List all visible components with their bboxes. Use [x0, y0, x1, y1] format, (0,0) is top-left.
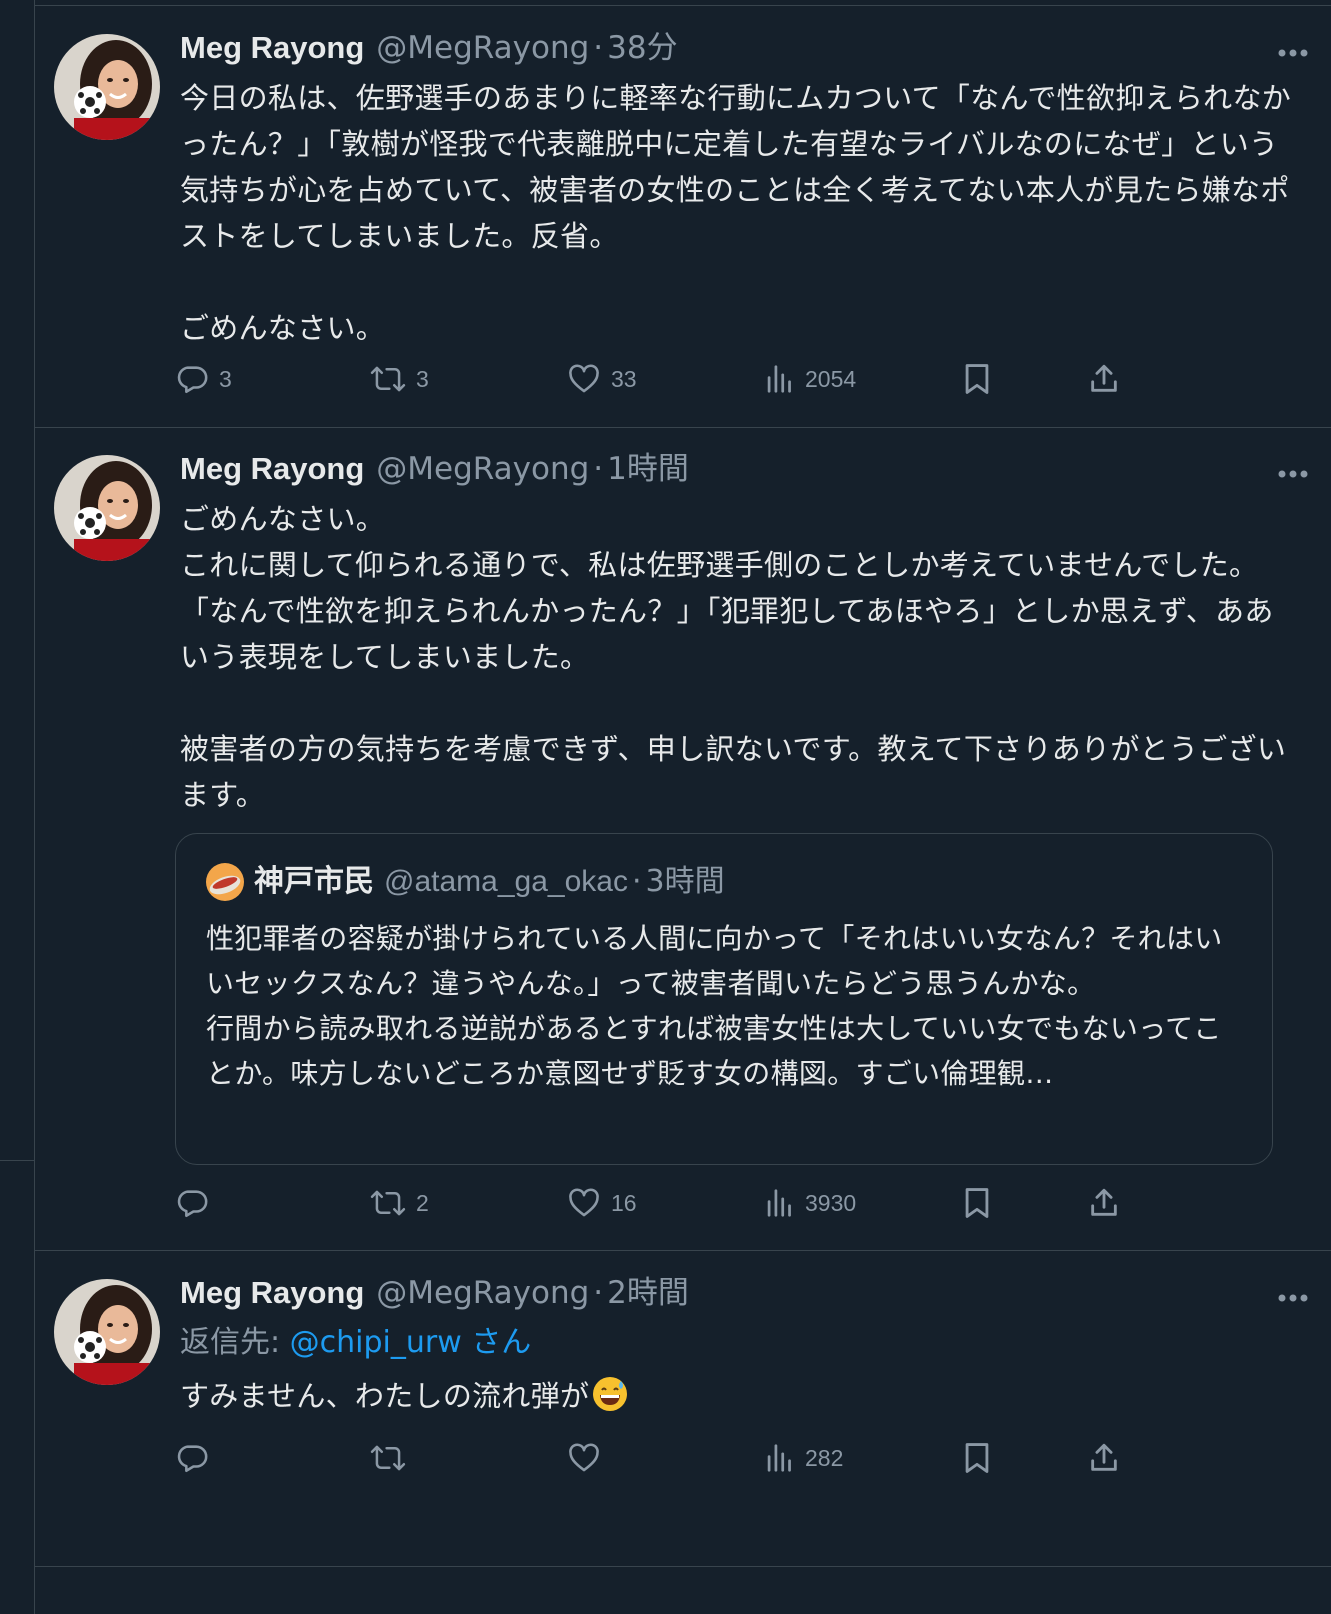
action-bar: 3 3 33 2054 — [175, 357, 1175, 401]
retweet-icon — [370, 1186, 406, 1220]
share-button[interactable] — [1087, 1436, 1121, 1480]
view-count: 282 — [805, 1444, 844, 1471]
more-icon[interactable] — [1277, 465, 1309, 478]
like-button[interactable]: 16 — [567, 1181, 637, 1225]
timestamp[interactable]: 38分 — [607, 28, 677, 68]
like-count: 33 — [611, 365, 637, 392]
display-name[interactable]: Meg Rayong — [180, 449, 364, 489]
separator: · — [631, 864, 642, 899]
tweet[interactable]: Meg Rayong @MegRayong · 2時間 返信先: @chipi_… — [35, 1251, 1331, 1567]
bar-chart-icon — [765, 1441, 795, 1475]
avatar[interactable] — [54, 1279, 160, 1385]
retweet-button[interactable]: 2 — [370, 1181, 429, 1225]
bookmark-button[interactable] — [962, 1181, 992, 1225]
username[interactable]: @MegRayong — [376, 28, 589, 68]
retweet-button[interactable] — [370, 1436, 416, 1480]
username[interactable]: @MegRayong — [376, 1273, 589, 1313]
quote-header: 神戸市民 @atama_ga_okac · 3時間 — [206, 862, 725, 902]
tweet-text: すみません、わたしの流れ弾が — [180, 1379, 590, 1413]
quote-display-name: 神戸市民 — [254, 864, 374, 899]
tweet-text-container: すみません、わたしの流れ弾が — [180, 1373, 1301, 1419]
bookmark-icon — [962, 1186, 992, 1220]
tweet-text: 今日の私は、佐野選手のあまりに軽率な行動にムカついて「なんで性欲抑えられなかった… — [180, 81, 1292, 345]
bar-chart-icon — [765, 1186, 795, 1220]
quote-timestamp: 3時間 — [645, 864, 725, 899]
tweet[interactable]: Meg Rayong @MegRayong · 1時間 ごめんなさい。 これに関… — [35, 428, 1331, 1251]
views-button[interactable]: 2054 — [765, 357, 856, 401]
bookmark-icon — [962, 362, 992, 396]
quote-username: @atama_ga_okac — [384, 865, 628, 898]
share-button[interactable] — [1087, 357, 1121, 401]
reply-icon — [175, 1186, 209, 1220]
tweet-text: ごめんなさい。 これに関して仰られる通りで、私は佐野選手側のことしか考えていませ… — [180, 502, 1287, 812]
reply-to-label: 返信先: — [180, 1325, 290, 1360]
username[interactable]: @MegRayong — [376, 449, 589, 489]
reply-button[interactable]: 3 — [175, 357, 232, 401]
views-button[interactable]: 282 — [765, 1436, 843, 1480]
quoted-tweet[interactable]: 神戸市民 @atama_ga_okac · 3時間 性犯罪者の容疑が掛けられてい… — [175, 833, 1273, 1165]
avatar[interactable] — [54, 455, 160, 561]
quote-text: 性犯罪者の容疑が掛けられている人間に向かって「それはいい女なん？それはいいセック… — [206, 922, 1223, 1090]
reply-count: 3 — [219, 365, 232, 392]
more-icon[interactable] — [1277, 44, 1309, 57]
reply-context: 返信先: @chipi_urw さん — [180, 1323, 531, 1363]
sidebar-divider — [0, 1160, 34, 1161]
grinning-sweat-emoji-icon — [591, 1375, 629, 1413]
share-icon — [1087, 1186, 1121, 1220]
bookmark-button[interactable] — [962, 1436, 992, 1480]
tweet-header: Meg Rayong @MegRayong · 38分 — [180, 28, 1271, 68]
retweet-icon — [370, 1441, 406, 1475]
bar-chart-icon — [765, 362, 795, 396]
heart-icon — [567, 1441, 601, 1475]
like-button[interactable]: 33 — [567, 357, 637, 401]
display-name[interactable]: Meg Rayong — [180, 28, 364, 68]
view-count: 3930 — [805, 1189, 857, 1216]
like-count: 16 — [611, 1189, 637, 1216]
reply-suffix: さん — [461, 1325, 532, 1360]
avatar[interactable] — [54, 34, 160, 140]
share-button[interactable] — [1087, 1181, 1121, 1225]
like-button[interactable] — [567, 1436, 611, 1480]
timestamp[interactable]: 2時間 — [607, 1273, 689, 1313]
heart-icon — [567, 362, 601, 396]
view-count: 2054 — [805, 365, 857, 392]
display-name[interactable]: Meg Rayong — [180, 1273, 364, 1313]
bookmark-button[interactable] — [962, 357, 992, 401]
retweet-button[interactable]: 3 — [370, 357, 429, 401]
separator: · — [593, 30, 604, 66]
action-bar: 2 16 3930 — [175, 1181, 1175, 1225]
tweet-header: Meg Rayong @MegRayong · 1時間 — [180, 449, 1271, 489]
tweet[interactable]: Meg Rayong @MegRayong · 38分 今日の私は、佐野選手のあ… — [35, 6, 1331, 428]
separator: · — [593, 451, 604, 487]
more-icon[interactable] — [1277, 1289, 1309, 1302]
share-icon — [1087, 1441, 1121, 1475]
quote-avatar — [206, 863, 244, 901]
bookmark-icon — [962, 1441, 992, 1475]
retweet-count: 3 — [416, 365, 429, 392]
reply-icon — [175, 362, 209, 396]
reply-mention-link[interactable]: @chipi_urw — [290, 1325, 462, 1360]
tweet-header: Meg Rayong @MegRayong · 2時間 — [180, 1273, 1271, 1313]
reply-button[interactable] — [175, 1436, 219, 1480]
timestamp[interactable]: 1時間 — [607, 449, 689, 489]
heart-icon — [567, 1186, 601, 1220]
retweet-count: 2 — [416, 1189, 429, 1216]
retweet-icon — [370, 362, 406, 396]
reply-button[interactable] — [175, 1181, 219, 1225]
views-button[interactable]: 3930 — [765, 1181, 856, 1225]
reply-icon — [175, 1441, 209, 1475]
separator: · — [593, 1275, 604, 1311]
share-icon — [1087, 362, 1121, 396]
action-bar: 282 — [175, 1436, 1175, 1480]
